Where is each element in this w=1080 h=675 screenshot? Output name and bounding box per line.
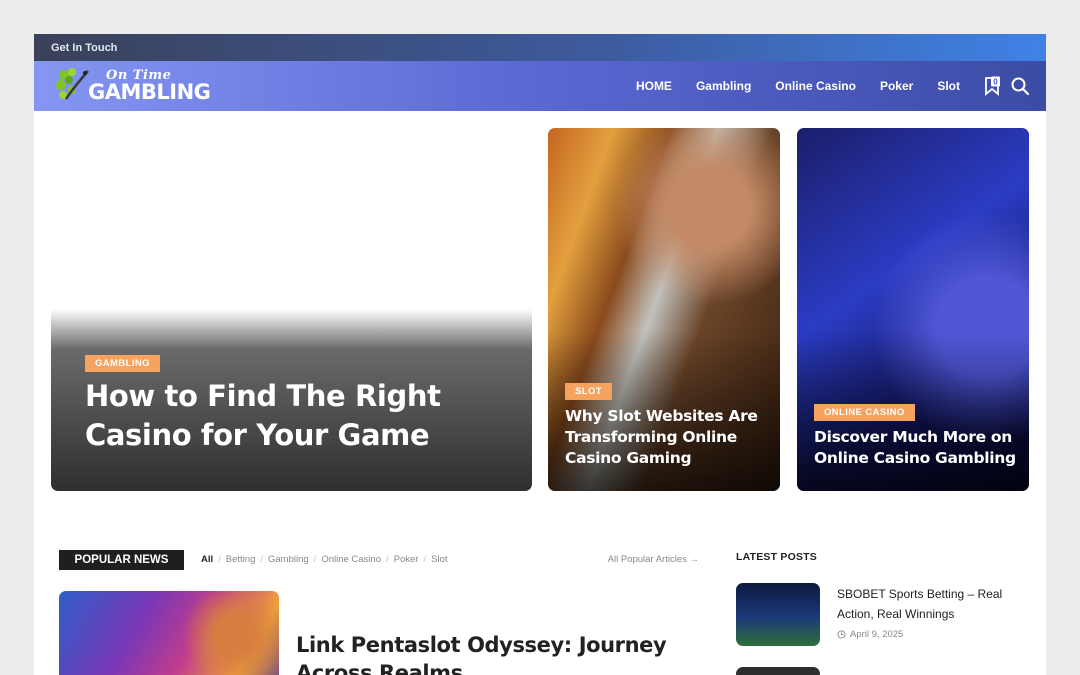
filter-slot[interactable]: Slot [431, 554, 447, 565]
latest-posts-heading: LATEST POSTS [736, 551, 817, 563]
hero-grid: GAMBLING How to Find The Right Casino fo… [51, 128, 1029, 491]
main-menu: HOME Gambling Online Casino Poker Slot [636, 61, 960, 111]
search-icon[interactable] [1010, 76, 1030, 96]
get-in-touch-link[interactable]: Get In Touch [51, 42, 117, 54]
latest-post-date: April 9, 2025 [837, 629, 903, 640]
nav-gambling[interactable]: Gambling [696, 79, 751, 93]
bookmark-icon[interactable]: 0 [982, 76, 1002, 96]
popular-post-thumbnail[interactable] [59, 591, 279, 675]
latest-post-title[interactable]: SBOBET Sports Betting – Real Action, Rea… [837, 585, 1015, 624]
popular-filters: All / Betting / Gambling / Online Casino… [201, 554, 448, 565]
latest-post-date-text: April 9, 2025 [850, 629, 904, 640]
nav-home[interactable]: HOME [636, 79, 672, 93]
side-post-card-slot[interactable]: SLOT Why Slot Websites Are Transforming … [548, 128, 780, 491]
main-navbar: On Time GAMBLING HOME Gambling Online Ca… [34, 61, 1046, 111]
site-logo[interactable]: On Time GAMBLING [52, 65, 212, 107]
site-frame: Get In Touch On Time GAMBLING HOME Gambl… [34, 34, 1046, 675]
online-casino-category-tag[interactable]: ONLINE CASINO [814, 404, 915, 421]
featured-category-tag[interactable]: GAMBLING [85, 355, 160, 372]
popular-news-header: POPULAR NEWS All / Betting / Gambling / … [59, 550, 699, 570]
featured-post-title[interactable]: How to Find The Right Casino for Your Ga… [85, 377, 505, 455]
featured-post-card[interactable]: GAMBLING How to Find The Right Casino fo… [51, 128, 532, 491]
bookmark-count: 0 [993, 78, 998, 87]
clover-icon [56, 68, 89, 100]
logo-line-2: GAMBLING [88, 80, 211, 104]
slot-post-title[interactable]: Why Slot Websites Are Transforming Onlin… [565, 406, 777, 469]
filter-gambling[interactable]: Gambling [268, 554, 309, 565]
all-popular-articles-link[interactable]: All Popular Articles → [608, 554, 699, 565]
popular-post-title[interactable]: Link Pentaslot Odyssey: Journey Across R… [296, 631, 696, 675]
top-bar: Get In Touch [34, 34, 1046, 61]
latest-post-thumbnail[interactable] [736, 667, 820, 675]
filter-all[interactable]: All [201, 554, 213, 565]
nav-slot[interactable]: Slot [937, 79, 960, 93]
nav-online-casino[interactable]: Online Casino [775, 79, 856, 93]
latest-post-thumbnail[interactable] [736, 583, 820, 646]
filter-online-casino[interactable]: Online Casino [321, 554, 381, 565]
filter-betting[interactable]: Betting [226, 554, 256, 565]
popular-news-heading: POPULAR NEWS [59, 550, 184, 570]
side-post-card-online-casino[interactable]: ONLINE CASINO Discover Much More on Onli… [797, 128, 1029, 491]
nav-poker[interactable]: Poker [880, 79, 913, 93]
clock-icon [837, 630, 846, 639]
online-casino-post-title[interactable]: Discover Much More on Online Casino Gamb… [814, 427, 1026, 469]
filter-poker[interactable]: Poker [394, 554, 419, 565]
slot-category-tag[interactable]: SLOT [565, 383, 612, 400]
